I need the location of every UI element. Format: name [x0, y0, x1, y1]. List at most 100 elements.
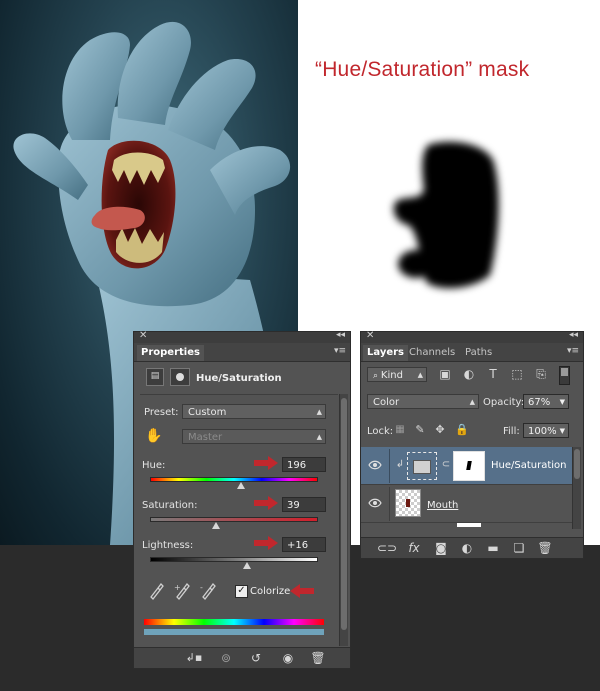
filter-pixel-icon[interactable]: ▣ [437, 366, 453, 382]
svg-text:-: - [200, 583, 203, 592]
updown-arrows-icon: ▲ [316, 408, 322, 416]
red-arrow-icon [254, 536, 278, 550]
link-layers-icon[interactable]: ⊂⊃ [377, 540, 397, 556]
hue-label: Hue: [142, 460, 166, 471]
tab-channels[interactable]: Channels [405, 345, 459, 361]
mask-caption: “Hue/Saturation” mask [315, 58, 530, 81]
filter-kind-value: Kind [380, 370, 403, 381]
double-chevron-icon[interactable]: ◂◂ [336, 330, 345, 340]
adjustment-thumbnail [407, 452, 437, 480]
adjustment-layer-icon[interactable]: ▤ [146, 368, 164, 386]
filter-smart-object-icon[interactable]: ⎘ [533, 366, 549, 382]
tab-properties[interactable]: Properties [137, 345, 204, 361]
lock-transparent-icon[interactable]: ▦ [393, 422, 407, 438]
tab-paths[interactable]: Paths [461, 345, 496, 361]
eyedropper-add-icon[interactable]: + [174, 582, 192, 600]
layer-style-fx-icon[interactable]: fx [405, 540, 423, 556]
add-mask-icon[interactable]: ◙ [433, 540, 449, 556]
channel-select[interactable]: Master ▲ [182, 429, 326, 444]
divider [389, 487, 390, 521]
blend-mode-value: Color [373, 397, 400, 408]
channel-value: Master [188, 432, 223, 443]
divider [389, 449, 390, 483]
scrollbar-thumb[interactable] [341, 398, 347, 630]
opacity-label: Opacity: [483, 397, 525, 408]
properties-scrollbar[interactable] [339, 394, 348, 646]
divider [140, 394, 338, 395]
chevron-down-icon: ▼ [559, 398, 565, 406]
view-previous-state-icon[interactable]: ⊚ [216, 650, 236, 666]
fill-label: Fill: [503, 426, 520, 437]
filter-toggle-switch[interactable] [559, 366, 570, 385]
adjustment-title: Hue/Saturation [196, 373, 282, 384]
layer-thumbnail [395, 489, 421, 517]
link-icon[interactable]: ⊂ [441, 457, 451, 473]
hue-input[interactable]: 196 [282, 457, 326, 472]
lightness-input[interactable]: +16 [282, 537, 326, 552]
tab-layers[interactable]: Layers [363, 345, 408, 361]
filter-shape-icon[interactable]: ⬚ [509, 366, 525, 382]
layer-mask-thumbnail[interactable] [453, 451, 485, 481]
saturation-slider-track[interactable] [150, 517, 318, 522]
hue-saturation-icon [413, 460, 431, 474]
saturation-slider-thumb[interactable] [212, 522, 220, 529]
lock-paint-icon[interactable]: ✎ [413, 422, 427, 438]
panel-menu-icon[interactable]: ▾≡ [567, 346, 579, 356]
layer-mask-icon[interactable] [170, 368, 190, 386]
visibility-eye-icon[interactable] [368, 459, 382, 471]
colorize-checkbox[interactable]: ✓ [235, 585, 248, 598]
new-group-folder-icon[interactable]: ▬ [485, 540, 501, 556]
layers-panel: ✕ ◂◂ Layers Channels Paths ▾≡ ⌕ Kind ▲ ▣… [360, 330, 584, 559]
hue-slider-track[interactable] [150, 477, 318, 482]
hue-slider-thumb[interactable] [237, 482, 245, 489]
layer-row[interactable]: Mouth [361, 485, 573, 523]
visibility-eye-icon[interactable] [368, 497, 382, 509]
lightness-label: Lightness: [142, 540, 194, 551]
lock-move-icon[interactable]: ✥ [433, 422, 447, 438]
layers-panel-header: ✕ ◂◂ [361, 330, 583, 343]
close-icon[interactable]: ✕ [366, 330, 374, 341]
fill-input[interactable]: 100% ▼ [523, 423, 569, 438]
saturation-input[interactable]: 39 [282, 497, 326, 512]
eyedropper-icon[interactable] [148, 582, 164, 600]
search-icon: ⌕ [373, 371, 381, 381]
trash-icon[interactable]: 🗑 [537, 540, 553, 556]
chevron-down-icon: ▼ [559, 427, 565, 435]
preset-select[interactable]: Custom ▲ [182, 404, 326, 419]
trash-icon[interactable]: 🗑 [308, 650, 328, 666]
panel-menu-icon[interactable]: ▾≡ [334, 346, 346, 356]
reset-icon[interactable]: ↺ [246, 650, 266, 666]
lightness-slider-track[interactable] [150, 557, 318, 562]
filter-type-icon[interactable]: T [485, 366, 501, 382]
new-adjustment-layer-icon[interactable]: ◐ [459, 540, 475, 556]
mask-shape-thumbnail [466, 461, 472, 470]
properties-tabbar: Properties ▾≡ [134, 343, 350, 362]
opacity-input[interactable]: 67% ▼ [523, 394, 569, 409]
lightness-slider-thumb[interactable] [243, 562, 251, 569]
new-layer-icon[interactable]: ❏ [511, 540, 527, 556]
layer-row[interactable]: ↲ ⊂ Hue/Saturation [361, 447, 573, 485]
double-chevron-icon[interactable]: ◂◂ [569, 330, 578, 340]
red-arrow-icon [254, 496, 278, 510]
close-icon[interactable]: ✕ [139, 330, 147, 341]
opacity-value: 67% [528, 397, 551, 408]
lock-all-icon[interactable]: 🔒 [455, 422, 469, 438]
lock-label: Lock: [367, 426, 394, 437]
eyedropper-subtract-icon[interactable]: - [200, 582, 218, 600]
clip-to-layer-icon[interactable]: ↲▪ [184, 650, 204, 666]
filter-adjustment-icon[interactable]: ◐ [461, 366, 477, 382]
updown-arrows-icon: ▲ [316, 433, 322, 441]
clip-arrow-icon: ↲ [395, 459, 405, 470]
visibility-eye-icon[interactable]: ◉ [278, 650, 298, 666]
properties-panel-header: ✕ ◂◂ [134, 330, 350, 343]
svg-text:+: + [174, 583, 181, 592]
saturation-label: Saturation: [142, 500, 198, 511]
input-color-bar [144, 619, 324, 625]
layer-filter-select[interactable]: ⌕ Kind ▲ [367, 367, 427, 382]
blend-mode-select[interactable]: Color ▲ [367, 394, 479, 409]
colorize-label: Colorize [250, 586, 291, 597]
layers-scrollbar[interactable] [572, 447, 581, 529]
targeted-adjustment-hand-icon[interactable]: ✋ [144, 428, 164, 446]
scrollbar-thumb[interactable] [574, 449, 580, 479]
updown-arrows-icon: ▲ [469, 398, 475, 406]
